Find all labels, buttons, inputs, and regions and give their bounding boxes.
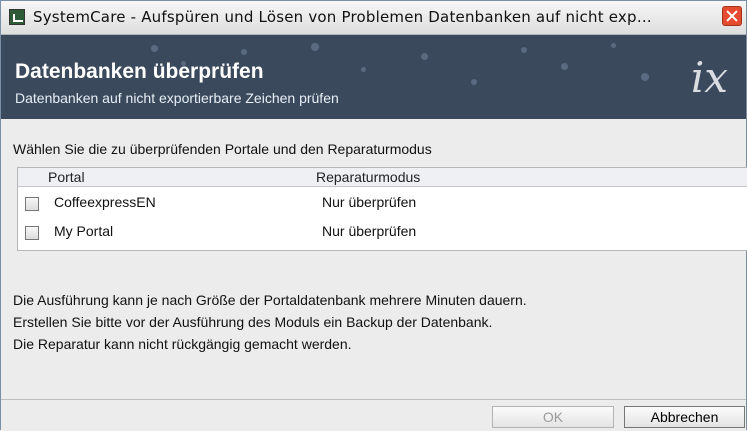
- table-header: Portal Reparaturmodus: [18, 168, 747, 187]
- portal-name: My Portal: [54, 223, 114, 239]
- table-row[interactable]: My Portal Nur überprüfen: [18, 221, 747, 251]
- portal-table: Portal Reparaturmodus CoffeexpressEN Nur…: [17, 167, 747, 251]
- repair-mode[interactable]: Nur überprüfen: [322, 194, 416, 210]
- window-title: SystemCare - Aufspüren und Lösen von Pro…: [33, 8, 652, 26]
- header-banner: Datenbanken überprüfen Datenbanken auf n…: [1, 35, 746, 119]
- portal-name: CoffeexpressEN: [54, 194, 156, 210]
- dialog-content: Wählen Sie die zu überprüfenden Portale …: [1, 119, 747, 399]
- info-text: Die Ausführung kann je nach Größe der Po…: [13, 289, 527, 355]
- app-icon: [9, 9, 25, 25]
- info-line: Die Ausführung kann je nach Größe der Po…: [13, 292, 527, 308]
- repair-mode[interactable]: Nur überprüfen: [322, 223, 416, 239]
- banner-subtitle: Datenbanken auf nicht exportierbare Zeic…: [15, 90, 339, 106]
- instruction-text: Wählen Sie die zu überprüfenden Portale …: [13, 141, 432, 157]
- column-portal[interactable]: Portal: [48, 169, 85, 185]
- row-checkbox[interactable]: [25, 226, 39, 240]
- dialog-window: SystemCare - Aufspüren und Lösen von Pro…: [0, 0, 747, 431]
- button-bar: OK Abbrechen: [1, 399, 746, 431]
- row-checkbox[interactable]: [25, 197, 39, 211]
- title-bar: SystemCare - Aufspüren und Lösen von Pro…: [1, 1, 746, 35]
- info-line: Die Reparatur kann nicht rückgängig gema…: [13, 336, 352, 352]
- cancel-button[interactable]: Abbrechen: [624, 406, 745, 428]
- column-reparaturmodus[interactable]: Reparaturmodus: [316, 169, 420, 185]
- ok-button[interactable]: OK: [492, 406, 614, 428]
- ix-logo: ix: [690, 53, 728, 102]
- banner-title: Datenbanken überprüfen: [15, 60, 264, 83]
- table-row[interactable]: CoffeexpressEN Nur überprüfen: [18, 192, 747, 222]
- close-button[interactable]: [722, 6, 742, 26]
- info-line: Erstellen Sie bitte vor der Ausführung d…: [13, 314, 493, 330]
